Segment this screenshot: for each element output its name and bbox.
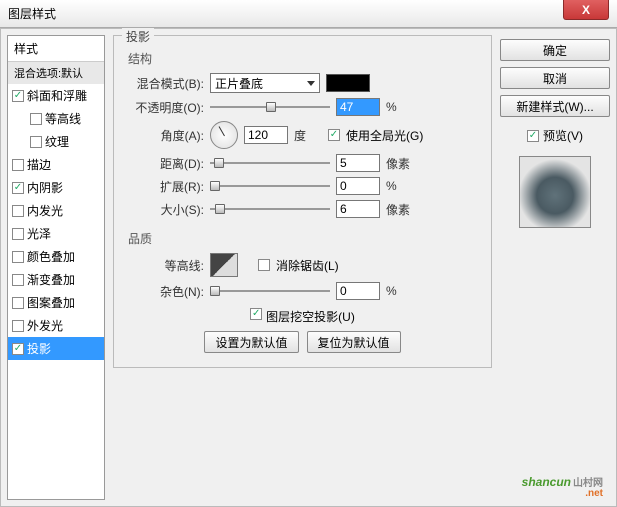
right-panel: 确定 取消 新建样式(W)... 预览(V) bbox=[500, 35, 610, 500]
sidebar-checkbox-4[interactable] bbox=[12, 182, 24, 194]
noise-slider[interactable] bbox=[210, 283, 330, 299]
watermark: shancun山村网 .net bbox=[522, 466, 603, 499]
global-light-checkbox[interactable] bbox=[328, 129, 340, 141]
blend-mode-value: 正片叠底 bbox=[215, 75, 263, 92]
quality-title: 品质 bbox=[128, 230, 481, 247]
opacity-input[interactable]: 47 bbox=[336, 98, 380, 116]
sidebar-item-8[interactable]: 渐变叠加 bbox=[8, 268, 104, 291]
noise-unit: % bbox=[386, 284, 414, 298]
new-style-button[interactable]: 新建样式(W)... bbox=[500, 95, 610, 117]
sidebar-checkbox-8[interactable] bbox=[12, 274, 24, 286]
sidebar-item-7[interactable]: 颜色叠加 bbox=[8, 245, 104, 268]
cancel-button[interactable]: 取消 bbox=[500, 67, 610, 89]
sidebar-checkbox-5[interactable] bbox=[12, 205, 24, 217]
knockout-label: 图层挖空投影(U) bbox=[266, 308, 355, 325]
titlebar: 图层样式 X bbox=[0, 0, 617, 28]
size-slider[interactable] bbox=[210, 201, 330, 217]
antialias-checkbox[interactable] bbox=[258, 259, 270, 271]
sidebar-item-3[interactable]: 描边 bbox=[8, 153, 104, 176]
main-area: 样式 混合选项:默认 斜面和浮雕等高线纹理描边内阴影内发光光泽颜色叠加渐变叠加图… bbox=[0, 28, 617, 507]
antialias-label: 消除锯齿(L) bbox=[276, 257, 339, 274]
preview-checkbox[interactable] bbox=[527, 130, 539, 142]
sidebar-item-11[interactable]: 投影 bbox=[8, 337, 104, 360]
knockout-checkbox[interactable] bbox=[250, 308, 262, 320]
window-title: 图层样式 bbox=[8, 5, 56, 22]
sidebar-item-6[interactable]: 光泽 bbox=[8, 222, 104, 245]
contour-label: 等高线: bbox=[124, 257, 204, 274]
spread-input[interactable]: 0 bbox=[336, 177, 380, 195]
sidebar-item-label: 纹理 bbox=[45, 133, 69, 150]
sidebar-item-5[interactable]: 内发光 bbox=[8, 199, 104, 222]
opacity-label: 不透明度(O): bbox=[124, 99, 204, 116]
angle-input[interactable]: 120 bbox=[244, 126, 288, 144]
sidebar-item-label: 内发光 bbox=[27, 202, 63, 219]
opacity-unit: % bbox=[386, 100, 414, 114]
blend-mode-combo[interactable]: 正片叠底 bbox=[210, 73, 320, 93]
reset-default-button[interactable]: 复位为默认值 bbox=[307, 331, 401, 353]
sidebar-checkbox-1[interactable] bbox=[30, 113, 42, 125]
sidebar-checkbox-11[interactable] bbox=[12, 343, 24, 355]
sidebar-item-0[interactable]: 斜面和浮雕 bbox=[8, 84, 104, 107]
shadow-color-swatch[interactable] bbox=[326, 74, 370, 92]
distance-slider[interactable] bbox=[210, 155, 330, 171]
sidebar-item-10[interactable]: 外发光 bbox=[8, 314, 104, 337]
sidebar-item-label: 光泽 bbox=[27, 225, 51, 242]
sidebar-blend-options[interactable]: 混合选项:默认 bbox=[8, 62, 104, 84]
chevron-down-icon bbox=[307, 81, 315, 86]
styles-sidebar: 样式 混合选项:默认 斜面和浮雕等高线纹理描边内阴影内发光光泽颜色叠加渐变叠加图… bbox=[7, 35, 105, 500]
preview-label: 预览(V) bbox=[543, 127, 583, 144]
structure-title: 结构 bbox=[128, 50, 481, 67]
opacity-slider[interactable] bbox=[210, 99, 330, 115]
noise-label: 杂色(N): bbox=[124, 283, 204, 300]
sidebar-checkbox-3[interactable] bbox=[12, 159, 24, 171]
sidebar-item-1[interactable]: 等高线 bbox=[8, 107, 104, 130]
sidebar-item-9[interactable]: 图案叠加 bbox=[8, 291, 104, 314]
sidebar-checkbox-10[interactable] bbox=[12, 320, 24, 332]
sidebar-checkbox-0[interactable] bbox=[12, 90, 24, 102]
distance-input[interactable]: 5 bbox=[336, 154, 380, 172]
distance-label: 距离(D): bbox=[124, 155, 204, 172]
noise-input[interactable]: 0 bbox=[336, 282, 380, 300]
center-panel: 投影 结构 混合模式(B): 正片叠底 不透明度(O): 47 % bbox=[105, 35, 500, 500]
size-unit: 像素 bbox=[386, 201, 414, 218]
sidebar-header: 样式 bbox=[8, 36, 104, 62]
sidebar-item-label: 描边 bbox=[27, 156, 51, 173]
sidebar-item-label: 外发光 bbox=[27, 317, 63, 334]
spread-unit: % bbox=[386, 179, 414, 193]
sidebar-item-label: 内阴影 bbox=[27, 179, 63, 196]
sidebar-item-label: 投影 bbox=[27, 340, 51, 357]
blend-mode-label: 混合模式(B): bbox=[124, 75, 204, 92]
close-icon: X bbox=[582, 3, 590, 17]
size-label: 大小(S): bbox=[124, 201, 204, 218]
angle-dial[interactable] bbox=[210, 121, 238, 149]
close-button[interactable]: X bbox=[563, 0, 609, 20]
preview-thumbnail bbox=[519, 156, 591, 228]
sidebar-checkbox-7[interactable] bbox=[12, 251, 24, 263]
effect-title: 投影 bbox=[122, 28, 154, 45]
contour-picker[interactable] bbox=[210, 253, 238, 277]
angle-label: 角度(A): bbox=[124, 127, 204, 144]
sidebar-item-label: 斜面和浮雕 bbox=[27, 87, 87, 104]
sidebar-item-label: 等高线 bbox=[45, 110, 81, 127]
global-light-label: 使用全局光(G) bbox=[346, 127, 423, 144]
make-default-button[interactable]: 设置为默认值 bbox=[204, 331, 298, 353]
effect-fieldset: 投影 结构 混合模式(B): 正片叠底 不透明度(O): 47 % bbox=[113, 35, 492, 368]
sidebar-item-label: 颜色叠加 bbox=[27, 248, 75, 265]
sidebar-checkbox-6[interactable] bbox=[12, 228, 24, 240]
spread-slider[interactable] bbox=[210, 178, 330, 194]
sidebar-item-label: 渐变叠加 bbox=[27, 271, 75, 288]
sidebar-item-label: 图案叠加 bbox=[27, 294, 75, 311]
angle-unit: 度 bbox=[294, 127, 322, 144]
size-input[interactable]: 6 bbox=[336, 200, 380, 218]
spread-label: 扩展(R): bbox=[124, 178, 204, 195]
sidebar-item-2[interactable]: 纹理 bbox=[8, 130, 104, 153]
ok-button[interactable]: 确定 bbox=[500, 39, 610, 61]
distance-unit: 像素 bbox=[386, 155, 414, 172]
sidebar-checkbox-2[interactable] bbox=[30, 136, 42, 148]
sidebar-checkbox-9[interactable] bbox=[12, 297, 24, 309]
sidebar-item-4[interactable]: 内阴影 bbox=[8, 176, 104, 199]
